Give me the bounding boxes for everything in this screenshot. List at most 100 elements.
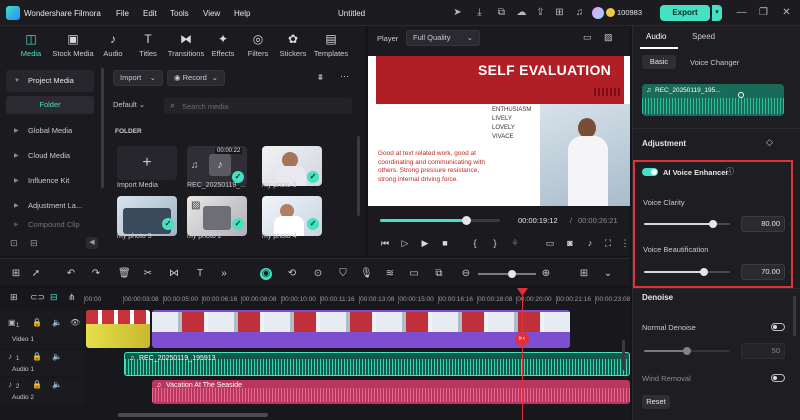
keyframe-diamond-icon[interactable]: ◇ <box>766 137 773 148</box>
slider-knob[interactable] <box>508 270 516 278</box>
filter-icon[interactable]: ⩩ <box>318 72 323 83</box>
eye-icon[interactable]: 👁 <box>70 318 80 327</box>
zoom-in-icon[interactable]: ⊕ <box>540 268 552 280</box>
delete-icon[interactable]: 🗑 <box>118 268 131 280</box>
lock-icon[interactable]: 🔒 <box>32 318 42 327</box>
slider-knob[interactable] <box>683 347 691 355</box>
sidebar-item-global-media[interactable]: ▶ Global Media <box>6 120 94 142</box>
zoom-slider[interactable] <box>478 270 536 278</box>
microphone-icon[interactable]: 🎙 <box>360 268 373 280</box>
sidebar-item-influence-kit[interactable]: ▶ Influence Kit <box>6 170 94 192</box>
new-folder-icon[interactable]: ⊡ <box>10 238 18 249</box>
video-clip-main[interactable] <box>152 310 570 348</box>
notification-icon[interactable]: ♫ <box>574 7 585 18</box>
cloud-upload-icon[interactable]: ⇪ <box>535 7 546 18</box>
import-media-tile[interactable]: + <box>117 146 177 180</box>
subtab-basic[interactable]: Basic <box>642 55 676 69</box>
credits-badge[interactable]: 100983 <box>592 6 652 20</box>
import-dropdown[interactable]: Import ⌄ <box>113 70 163 86</box>
auto-reframe-icon[interactable]: ⟲ <box>286 268 298 280</box>
shield-icon[interactable]: ⛉ <box>337 268 349 280</box>
tab-speed[interactable]: Speed <box>692 32 715 41</box>
import-folder-icon[interactable]: ⊟ <box>30 238 38 249</box>
subtab-voice-changer[interactable]: Voice Changer <box>690 58 739 67</box>
download-icon[interactable]: ⤓ <box>474 7 485 18</box>
ai-icon[interactable]: ◉ <box>260 268 272 280</box>
layout-icon[interactable]: ⊞ <box>10 268 22 280</box>
mute-icon[interactable]: 🔈 <box>52 352 62 361</box>
export-button[interactable]: Export <box>660 5 710 21</box>
lock-icon[interactable]: 🔒 <box>32 352 42 361</box>
chevron-down-icon[interactable]: ⌄ <box>602 268 614 280</box>
video-clip-title[interactable] <box>86 310 150 348</box>
media-item-rec[interactable]: ♫ ♪ 00:00:22 ✓ <box>187 146 247 186</box>
tab-audio[interactable]: Audio <box>646 32 666 41</box>
panel-scrollbar[interactable] <box>793 296 796 336</box>
menu-edit[interactable]: Edit <box>143 9 157 18</box>
category-stock-media[interactable]: ▣ Stock Media <box>52 32 94 58</box>
magnet-icon[interactable]: ⋔ <box>68 292 76 303</box>
add-track-icon[interactable]: ⊞ <box>10 292 18 303</box>
cloud-save-icon[interactable]: ☁ <box>516 7 527 18</box>
mark-out-icon[interactable]: } <box>490 238 500 248</box>
media-item-photo2[interactable]: ▨ ✓ <box>187 196 247 236</box>
sidebar-item-compound-clip[interactable]: ▶ Compound Clip <box>6 218 94 232</box>
menu-view[interactable]: View <box>203 9 220 18</box>
record-dropdown[interactable]: ◉ Record ⌄ <box>167 70 225 86</box>
link-icon[interactable]: ⊂⊃ <box>30 292 45 303</box>
media-item-photo3[interactable]: ✓ <box>117 196 177 236</box>
stop-icon[interactable]: ■ <box>440 238 450 248</box>
volume-icon[interactable]: ♪ <box>585 238 595 248</box>
grid-icon[interactable]: ⊞ <box>578 268 590 280</box>
export-dropdown-icon[interactable]: ▾ <box>712 5 722 21</box>
quality-dropdown[interactable]: Full Quality ⌄ <box>406 30 480 46</box>
snapshot-icon[interactable]: ▭ <box>583 32 592 43</box>
volume-keyframe[interactable] <box>738 92 744 98</box>
camera-icon[interactable]: ◙ <box>565 238 575 248</box>
more-tools-icon[interactable]: » <box>218 268 230 280</box>
audio-clip-2[interactable]: ♫ Vacation At The Seaside <box>152 380 630 404</box>
zoom-out-icon[interactable]: ⊖ <box>460 268 472 280</box>
select-icon[interactable]: ➚ <box>30 268 42 280</box>
play-reverse-icon[interactable]: ▷ <box>400 238 410 248</box>
mute-icon[interactable]: 🔈 <box>52 380 62 389</box>
voice-beautification-value[interactable]: 70.00 <box>741 264 785 280</box>
crop-icon[interactable]: ⛶ <box>603 238 613 248</box>
redo-icon[interactable]: ↷ <box>90 268 102 280</box>
marker-icon[interactable]: ⊙ <box>312 268 324 280</box>
render-icon[interactable]: ⚘ <box>510 238 520 248</box>
sidebar-item-project-media[interactable]: ▼ Project Media <box>6 70 94 92</box>
more-icon[interactable]: ⋮ <box>620 238 630 248</box>
mute-icon[interactable]: 🔈 <box>52 318 62 327</box>
voice-clarity-value[interactable]: 80.00 <box>741 216 785 232</box>
prev-frame-icon[interactable]: ⏮ <box>380 238 390 248</box>
audio-clip-1[interactable]: ♫ REC_20250119_195913 <box>124 352 630 376</box>
menu-tools[interactable]: Tools <box>170 9 189 18</box>
normal-denoise-toggle[interactable] <box>771 323 785 331</box>
category-titles[interactable]: T Titles <box>127 32 169 58</box>
sidebar-item-adjustment-layer[interactable]: ▶ Adjustment La... <box>6 195 94 217</box>
lock-icon[interactable]: 🔒 <box>32 380 42 389</box>
close-icon[interactable]: ✕ <box>781 7 792 18</box>
reset-button[interactable]: Reset <box>642 395 670 409</box>
snap-icon[interactable]: ⊟ <box>50 292 58 303</box>
voice-beautification-slider[interactable] <box>644 268 730 276</box>
pip-icon[interactable]: ⧉ <box>433 268 445 280</box>
playback-progress[interactable] <box>380 216 500 225</box>
playhead[interactable] <box>522 290 523 420</box>
fullscreen-icon[interactable]: ▭ <box>545 238 555 248</box>
search-input[interactable]: ⌕ Search media <box>164 98 352 114</box>
maximize-icon[interactable]: ❐ <box>758 7 769 18</box>
voiceover-icon[interactable]: ≋ <box>384 268 396 280</box>
collapse-sidebar-icon[interactable]: ◀ <box>86 237 98 249</box>
grid-icon[interactable]: ⊞ <box>554 7 565 18</box>
snapshot-icon[interactable]: ▭ <box>408 268 420 280</box>
image-icon[interactable]: ▨ <box>604 32 613 43</box>
folder-button[interactable]: Folder <box>6 96 94 114</box>
minimize-icon[interactable]: — <box>736 7 747 18</box>
wind-removal-toggle[interactable] <box>771 374 785 382</box>
text-icon[interactable]: T <box>194 268 206 280</box>
menu-help[interactable]: Help <box>234 9 250 18</box>
slider-knob[interactable] <box>708 220 717 228</box>
track-scrollbar[interactable] <box>622 340 625 370</box>
